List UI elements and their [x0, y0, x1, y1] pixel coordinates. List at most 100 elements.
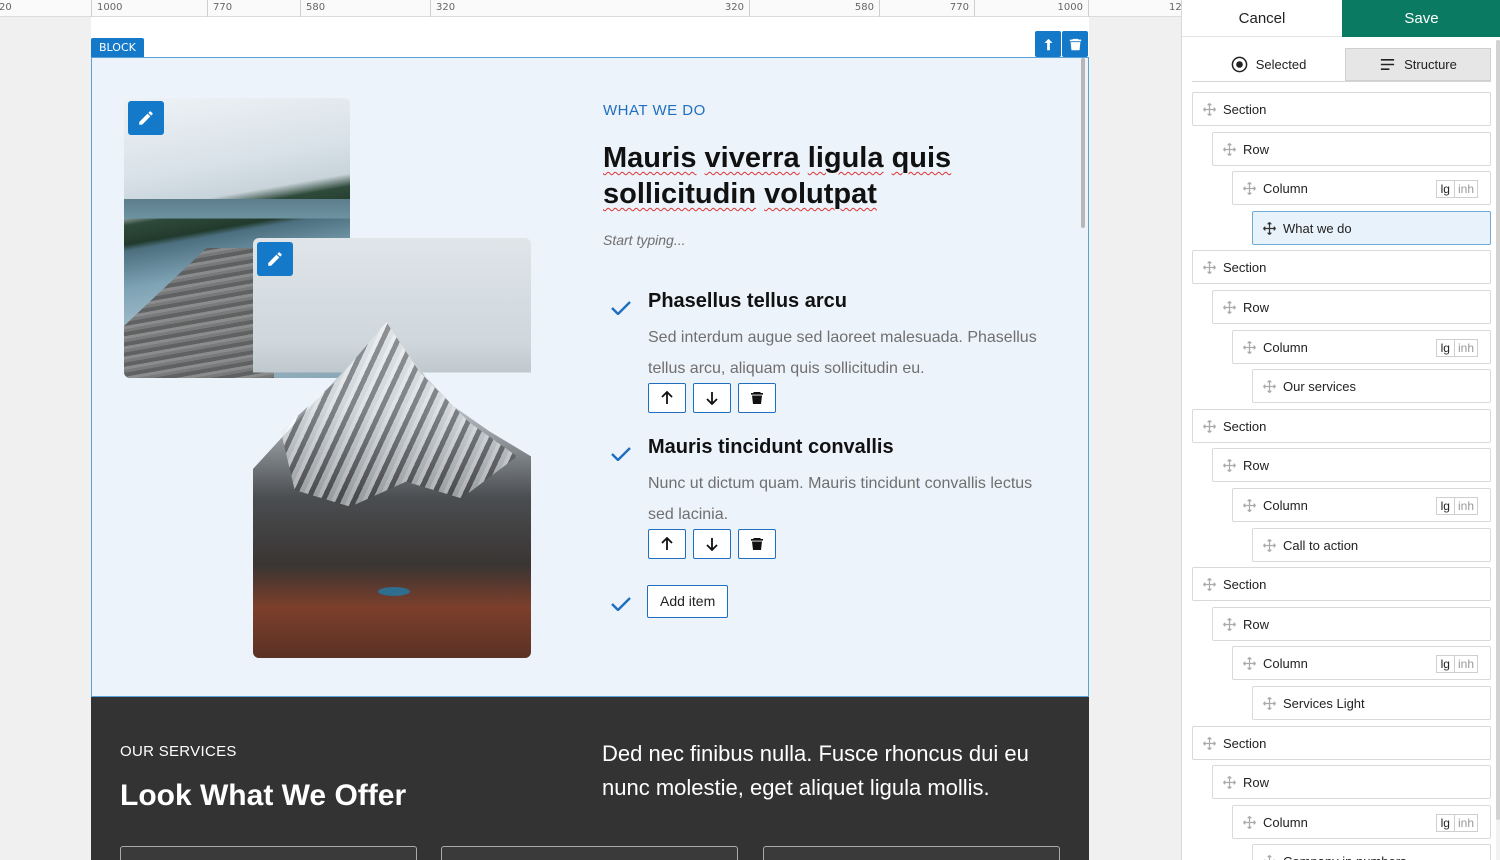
arrow-down-icon — [706, 538, 718, 551]
move-down-button[interactable] — [693, 383, 731, 413]
tree-node[interactable]: Section — [1192, 92, 1491, 126]
move-handle-icon[interactable] — [1223, 301, 1236, 314]
tree-node[interactable]: Company in numbers — [1252, 844, 1491, 860]
what-we-do-section[interactable]: WHAT WE DO Mauris viverra ligula quis so… — [91, 57, 1089, 697]
section-headline[interactable]: Look What We Offer — [120, 779, 406, 813]
badge-size: lg — [1437, 340, 1455, 356]
move-handle-icon[interactable] — [1243, 499, 1256, 512]
tree-node[interactable]: Row — [1212, 132, 1491, 166]
tree-node[interactable]: Section — [1192, 409, 1491, 443]
structure-panel: Cancel Save Selected Structure Section Ro… — [1181, 0, 1500, 860]
cancel-button[interactable]: Cancel — [1182, 0, 1342, 37]
service-card[interactable] — [441, 846, 738, 860]
tree-node[interactable]: Row — [1212, 765, 1491, 799]
tree-node-label: Call to action — [1283, 537, 1359, 553]
tree-node[interactable]: Column lg inh — [1232, 646, 1491, 680]
tree-node[interactable]: Row — [1212, 607, 1491, 641]
headline-word: volutpat — [764, 178, 877, 210]
tree-node-label: Section — [1223, 418, 1267, 434]
breakpoint-badge[interactable]: lg inh — [1435, 497, 1478, 515]
move-handle-icon[interactable] — [1223, 459, 1236, 472]
delete-block-button[interactable] — [1062, 31, 1088, 57]
tree-node[interactable]: Row — [1212, 290, 1491, 324]
move-handle-icon[interactable] — [1263, 855, 1276, 860]
move-handle-icon[interactable] — [1203, 103, 1216, 116]
breakpoint-badge[interactable]: lg inh — [1435, 814, 1478, 832]
section-eyebrow[interactable]: OUR SERVICES — [120, 743, 237, 760]
badge-mode: inh — [1457, 816, 1474, 830]
delete-item-button[interactable] — [738, 383, 776, 413]
move-handle-icon[interactable] — [1223, 776, 1236, 789]
trash-icon — [751, 538, 763, 550]
move-handle-icon[interactable] — [1243, 182, 1256, 195]
move-up-button[interactable] — [648, 383, 686, 413]
tree-node[interactable]: Services Light — [1252, 686, 1491, 720]
edit-image-button[interactable] — [128, 101, 164, 135]
tab-structure[interactable]: Structure — [1345, 48, 1491, 81]
feature-title[interactable]: Mauris tincidunt convallis — [648, 436, 894, 459]
move-handle-icon[interactable] — [1223, 618, 1236, 631]
panel-scrollbar[interactable] — [1496, 40, 1500, 860]
tree-node[interactable]: Section — [1192, 567, 1491, 601]
add-item-button[interactable]: Add item — [647, 585, 729, 618]
feature-text[interactable]: Sed interdum augue sed laoreet malesuada… — [648, 322, 1048, 384]
section-eyebrow[interactable]: WHAT WE DO — [603, 102, 706, 119]
tree-node[interactable]: Column lg inh — [1232, 488, 1491, 522]
tree-node[interactable]: Column lg inh — [1232, 805, 1491, 839]
feature-item[interactable]: Phasellus tellus arcu Sed interdum augue… — [603, 290, 1063, 415]
delete-item-button[interactable] — [738, 529, 776, 559]
tree-node[interactable]: Call to action — [1252, 528, 1491, 562]
tab-selected[interactable]: Selected — [1192, 48, 1345, 81]
tab-divider — [1192, 81, 1491, 82]
section-intro-text[interactable]: Ded nec finibus nulla. Fusce rhoncus dui… — [602, 737, 1072, 805]
service-card[interactable] — [120, 846, 417, 860]
move-down-button[interactable] — [693, 529, 731, 559]
tree-node[interactable]: Our services — [1252, 369, 1491, 403]
tree-node[interactable]: Section — [1192, 250, 1491, 284]
block-label[interactable]: BLOCK — [91, 38, 144, 58]
tree-node[interactable]: Column lg inh — [1232, 171, 1491, 205]
feature-title[interactable]: Phasellus tellus arcu — [648, 290, 847, 313]
move-handle-icon[interactable] — [1203, 420, 1216, 433]
save-button[interactable]: Save — [1342, 0, 1500, 37]
move-handle-icon[interactable] — [1263, 539, 1276, 552]
tree-node[interactable]: Column lg inh — [1232, 330, 1491, 364]
move-block-up-button[interactable] — [1035, 31, 1061, 57]
tree-node-label: Our services — [1283, 378, 1356, 394]
feature-item[interactable]: Mauris tincidunt convallis Nunc ut dictu… — [603, 436, 1063, 561]
text-placeholder[interactable]: Start typing... — [603, 232, 685, 248]
ruler-mark: 320 — [430, 0, 455, 17]
move-handle-icon[interactable] — [1263, 697, 1276, 710]
tree-node[interactable]: Row — [1212, 448, 1491, 482]
our-services-section[interactable]: OUR SERVICES Look What We Offer Ded nec … — [91, 697, 1089, 860]
badge-size: lg — [1437, 656, 1455, 672]
ruler-mark: 770 — [900, 0, 975, 17]
breakpoint-badge[interactable]: lg inh — [1435, 655, 1478, 673]
section-headline[interactable]: Mauris viverra ligula quis sollicitudin … — [603, 140, 1023, 212]
ruler-mark: 1000 — [1000, 0, 1089, 17]
panel-scrollbar-thumb[interactable] — [1496, 40, 1500, 820]
tree-node-label: Column — [1263, 180, 1308, 196]
move-handle-icon[interactable] — [1223, 143, 1236, 156]
move-handle-icon[interactable] — [1203, 737, 1216, 750]
move-handle-icon[interactable] — [1243, 341, 1256, 354]
tree-node-label: Column — [1263, 497, 1308, 513]
breakpoint-badge[interactable]: lg inh — [1435, 339, 1478, 357]
feature-text[interactable]: Nunc ut dictum quam. Mauris tincidunt co… — [648, 468, 1048, 530]
service-card[interactable] — [763, 846, 1060, 860]
move-handle-icon[interactable] — [1243, 657, 1256, 670]
move-handle-icon[interactable] — [1203, 578, 1216, 591]
breakpoint-badge[interactable]: lg inh — [1435, 180, 1478, 198]
move-handle-icon[interactable] — [1243, 816, 1256, 829]
headline-word: viverra — [704, 142, 800, 174]
pencil-icon — [139, 111, 153, 125]
tree-node[interactable]: Section — [1192, 726, 1491, 760]
move-handle-icon[interactable] — [1203, 261, 1216, 274]
canvas-scrollbar[interactable] — [1081, 58, 1085, 228]
move-up-button[interactable] — [648, 529, 686, 559]
move-handle-icon[interactable] — [1263, 222, 1276, 235]
tree-node[interactable]: What we do — [1252, 211, 1491, 245]
move-handle-icon[interactable] — [1263, 380, 1276, 393]
edit-image-button[interactable] — [257, 242, 293, 276]
tree-node-label: Section — [1223, 101, 1267, 117]
